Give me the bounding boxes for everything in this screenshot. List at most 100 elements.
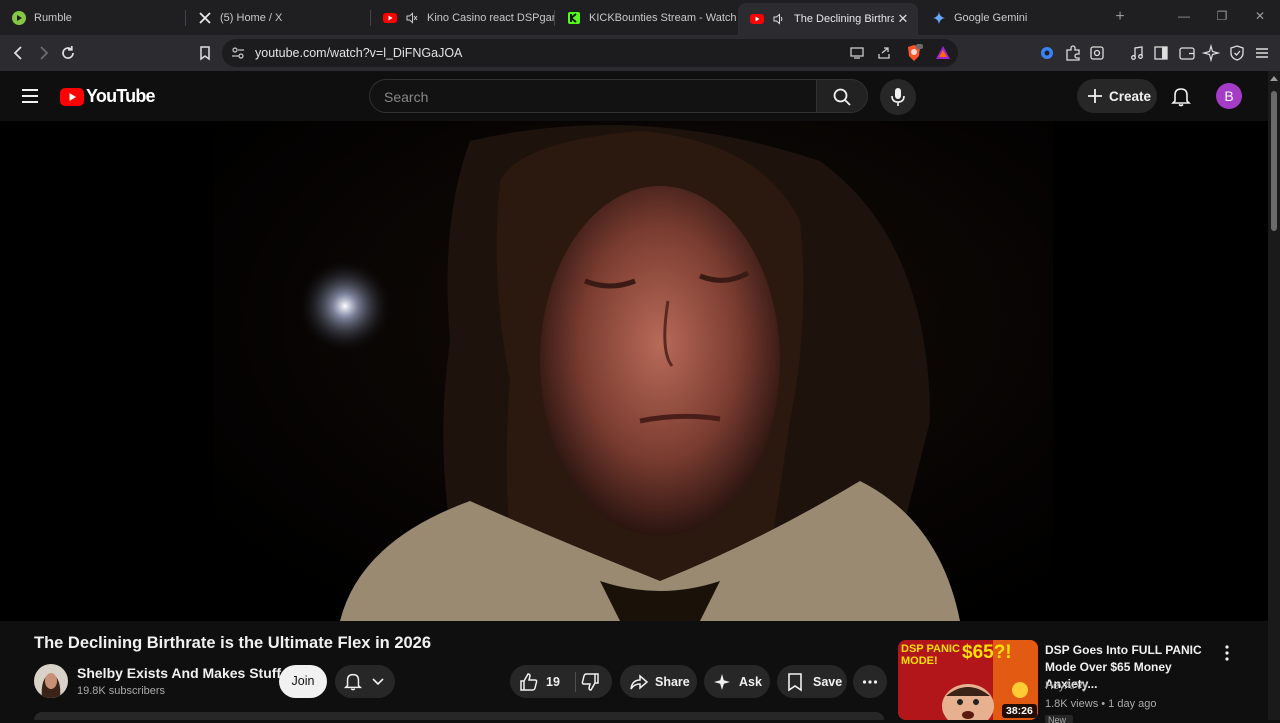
create-label: Create [1109, 88, 1152, 104]
reader-mode-icon[interactable] [1088, 44, 1106, 62]
forward-button[interactable] [33, 43, 53, 63]
channel-avatar[interactable] [34, 664, 68, 698]
search-button[interactable] [816, 79, 868, 113]
browser-toolbar: youtube.com/watch?v=l_DiFNGaJOA [0, 35, 1280, 71]
reload-button[interactable] [58, 43, 78, 63]
like-button[interactable]: 19 [510, 665, 612, 698]
thumbs-down-icon[interactable] [580, 672, 600, 692]
video-player[interactable] [0, 121, 1268, 621]
tab-title: Rumble [34, 11, 72, 24]
vpn-shield-icon[interactable] [1228, 44, 1246, 62]
like-dislike-divider [575, 672, 576, 692]
cast-icon[interactable] [849, 45, 865, 61]
browser-tab-strip: Rumble (5) Home / X Kino Casino react DS… [0, 0, 1280, 35]
recommendation-more-icon[interactable] [1220, 644, 1234, 662]
save-label: Save [813, 674, 843, 689]
browser-menu-icon[interactable] [1253, 44, 1271, 62]
minimize-window-button[interactable]: — [1176, 9, 1192, 25]
search-input[interactable]: Search [369, 79, 816, 113]
extension-blue-icon[interactable] [1038, 44, 1056, 62]
save-bookmark-icon [788, 672, 802, 691]
tab-title: KICKBounties Stream - Watch Live [589, 11, 737, 24]
media-music-icon[interactable] [1128, 44, 1146, 62]
subscriber-count: 19.8K subscribers [77, 685, 166, 697]
new-tab-button[interactable]: + [1110, 7, 1130, 27]
microphone-icon [891, 88, 905, 106]
tab-title: Kino Casino react DSPgaming [427, 11, 554, 24]
thumbs-up-icon [520, 672, 538, 691]
restore-window-button[interactable]: ❐ [1214, 9, 1230, 25]
recommended-video-meta: 1.8K views • 1 day ago [1045, 698, 1157, 710]
wallet-icon[interactable] [1178, 44, 1196, 62]
thumbnail-price-text: $65?! [962, 642, 1012, 663]
rumble-icon [12, 10, 26, 25]
create-button[interactable]: Create [1077, 79, 1157, 113]
search-icon [833, 88, 851, 106]
share-page-icon[interactable] [876, 45, 892, 61]
youtube-logo[interactable]: YouTube [60, 86, 156, 107]
chevron-down-icon [372, 678, 384, 686]
extensions-puzzle-icon[interactable] [1064, 44, 1082, 62]
audio-playing-icon[interactable] [772, 12, 786, 26]
browser-tab-gemini[interactable]: Google Gemini [920, 0, 1100, 35]
brave-rewards-icon[interactable] [935, 45, 951, 61]
browser-tab-active-video[interactable]: The Declining Birthrate is the Ultimate … [738, 3, 918, 35]
channel-name[interactable]: Shelby Exists And Makes Stuff [77, 665, 281, 681]
youtube-play-icon [60, 87, 84, 106]
tab-title: (5) Home / X [220, 11, 283, 24]
sparkle-icon [714, 673, 730, 690]
kick-icon [567, 11, 581, 25]
close-tab-icon[interactable]: ✕ [894, 11, 912, 27]
brave-shields-icon[interactable] [905, 44, 923, 62]
ask-button[interactable]: Ask [704, 665, 770, 698]
more-horizontal-icon [862, 679, 878, 684]
account-avatar[interactable]: B [1216, 83, 1242, 109]
voice-search-button[interactable] [880, 79, 916, 115]
video-frame-image [213, 121, 1053, 621]
scroll-up-arrow-icon[interactable] [1270, 75, 1278, 83]
join-button[interactable]: Join [279, 665, 327, 698]
bookmark-icon[interactable] [195, 43, 215, 63]
url-text: youtube.com/watch?v=l_DiFNGaJOA [255, 46, 463, 60]
search-placeholder: Search [384, 89, 429, 105]
save-button[interactable]: Save [777, 665, 847, 698]
bell-icon [343, 673, 363, 691]
gemini-icon [932, 11, 946, 25]
address-bar[interactable]: youtube.com/watch?v=l_DiFNGaJOA [222, 39, 958, 67]
browser-tab-kino-casino[interactable]: Kino Casino react DSPgaming [371, 0, 554, 35]
share-arrow-icon [630, 673, 649, 690]
recommended-channel-name[interactable]: HeyArVy [1045, 680, 1088, 692]
tab-title: Google Gemini [954, 11, 1028, 24]
youtube-icon [750, 12, 764, 26]
description-box[interactable] [34, 712, 884, 720]
guide-menu-icon[interactable] [20, 86, 40, 106]
browser-tab-rumble[interactable]: Rumble [0, 0, 185, 35]
muted-speaker-icon[interactable] [405, 11, 419, 25]
youtube-logo-text: YouTube [86, 86, 156, 106]
subscription-notifications-button[interactable] [335, 665, 395, 698]
more-actions-button[interactable] [853, 665, 887, 698]
page-scrollbar[interactable] [1268, 71, 1280, 720]
close-window-button[interactable]: ✕ [1252, 9, 1268, 25]
youtube-masthead: YouTube Search Create B [0, 71, 1268, 121]
tab-title: The Declining Birthrate is the Ultimate … [794, 13, 894, 25]
notifications-bell-icon[interactable] [1170, 85, 1192, 107]
x-logo-icon [198, 11, 212, 25]
thumbnail-text-2: MODE! [901, 655, 938, 667]
browser-tab-kick[interactable]: KICKBounties Stream - Watch Live [555, 0, 737, 35]
site-settings-icon[interactable] [231, 46, 245, 60]
sidebar-toggle-icon[interactable] [1152, 44, 1170, 62]
youtube-icon [383, 11, 397, 25]
share-label: Share [655, 674, 690, 689]
share-button[interactable]: Share [620, 665, 697, 698]
back-button[interactable] [9, 43, 29, 63]
like-count: 19 [546, 674, 560, 689]
thumbnail-text-1: DSP PANIC [901, 643, 960, 655]
leo-ai-icon[interactable] [1202, 44, 1220, 62]
scrollbar-thumb[interactable] [1271, 91, 1277, 231]
browser-tab-x[interactable]: (5) Home / X [186, 0, 370, 35]
new-badge: New [1045, 715, 1073, 723]
video-title: The Declining Birthrate is the Ultimate … [34, 634, 432, 652]
ask-label: Ask [739, 674, 762, 689]
video-duration-badge: 38:26 [1002, 704, 1037, 718]
